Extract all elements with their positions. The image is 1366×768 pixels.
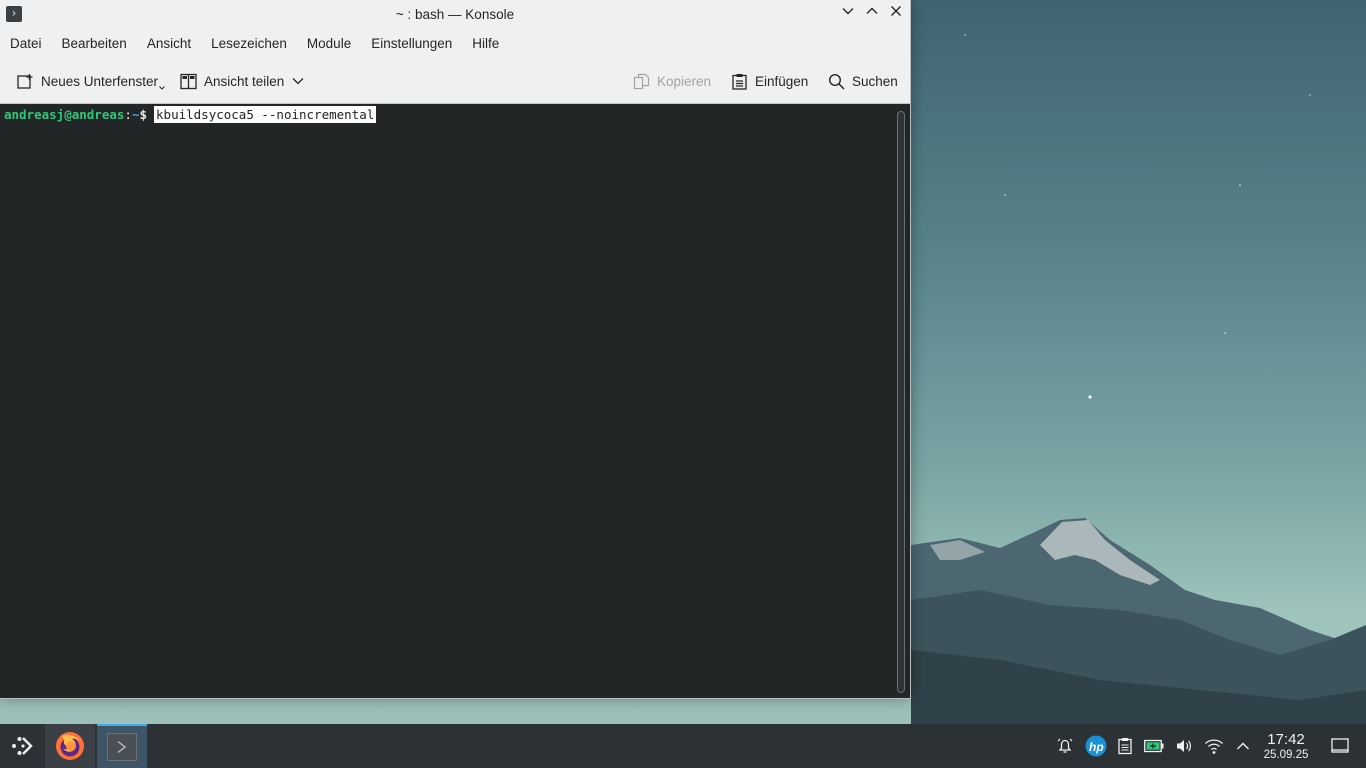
search-icon [828, 73, 845, 90]
copy-icon [633, 73, 650, 89]
taskbar: hp 17:42 25.09.25 [0, 724, 1366, 768]
alarm-icon [1057, 738, 1073, 753]
tray-hp[interactable]: hp [1085, 735, 1107, 757]
menu-bearbeiten[interactable]: Bearbeiten [52, 36, 137, 51]
dropdown-indicator-icon [159, 86, 165, 90]
paste-label: Einfügen [755, 73, 809, 89]
menu-bar: Datei Bearbeiten Ansicht Lesezeichen Mod… [0, 28, 910, 58]
find-label: Suchen [852, 73, 898, 89]
close-button[interactable] [887, 5, 905, 23]
show-desktop-button[interactable] [1330, 736, 1350, 756]
taskbar-konsole[interactable] [97, 724, 147, 768]
firefox-icon [56, 732, 84, 760]
battery-icon [1144, 739, 1164, 753]
application-launcher-button[interactable] [0, 724, 44, 768]
menu-module[interactable]: Module [297, 36, 361, 51]
new-tab-icon [17, 73, 33, 89]
selected-command[interactable]: kbuildsycoca5 --noincremental [154, 106, 377, 123]
split-view-label: Ansicht teilen [204, 73, 285, 89]
tray-volume[interactable] [1174, 736, 1194, 756]
title-bar[interactable]: › ~ : bash — Konsole [0, 0, 910, 28]
window-title: ~ : bash — Konsole [395, 7, 515, 22]
volume-icon [1177, 740, 1191, 752]
clock-date: 25.09.25 [1263, 749, 1309, 761]
tray-battery[interactable] [1144, 736, 1164, 756]
paste-icon [732, 73, 747, 90]
toolbar: Neues Unterfenster Ansicht teilen Kopier… [0, 58, 910, 104]
tray-alarm[interactable] [1055, 736, 1075, 756]
menu-lesezeichen[interactable]: Lesezeichen [201, 36, 297, 51]
terminal-scrollbar[interactable] [897, 111, 905, 693]
digital-clock[interactable]: 17:42 25.09.25 [1258, 732, 1314, 762]
menu-hilfe[interactable]: Hilfe [462, 36, 509, 51]
chevron-down-icon [292, 78, 304, 85]
close-icon [891, 6, 901, 16]
copy-label: Kopieren [657, 73, 712, 89]
clipboard-icon [1118, 738, 1132, 755]
tray-clipboard[interactable] [1115, 736, 1135, 756]
konsole-icon [107, 733, 137, 761]
new-tab-label: Neues Unterfenster [41, 73, 159, 89]
chevron-down-icon [842, 8, 854, 15]
prompt-user-host: andreasj@andreas [4, 107, 125, 122]
tray-wifi[interactable] [1204, 736, 1224, 756]
menu-datei[interactable]: Datei [0, 36, 52, 51]
prompt-line: andreasj@andreas:~$ kbuildsycoca5 --noinc… [4, 106, 377, 123]
tray-expand[interactable] [1233, 736, 1253, 756]
copy-button[interactable]: Kopieren [633, 70, 711, 92]
menu-ansicht[interactable]: Ansicht [137, 36, 201, 51]
paste-button[interactable]: Einfügen [731, 70, 808, 92]
minimize-button[interactable] [839, 5, 857, 23]
find-button[interactable]: Suchen [828, 70, 898, 92]
prompt-separator: : [124, 107, 132, 122]
menu-einstellungen[interactable]: Einstellungen [361, 36, 462, 51]
wifi-icon [1205, 739, 1223, 754]
svg-text:hp: hp [1089, 740, 1104, 754]
clock-time: 17:42 [1267, 731, 1305, 748]
split-view-button[interactable]: Ansicht teilen [180, 70, 311, 92]
new-tab-button[interactable]: Neues Unterfenster [17, 70, 165, 92]
konsole-window: › ~ : bash — Konsole Datei Bearbeiten An… [0, 0, 911, 699]
launcher-icon [12, 737, 33, 755]
chevron-up-icon [866, 7, 878, 14]
terminal-area[interactable]: andreasj@andreas:~$ kbuildsycoca5 --noinc… [0, 104, 910, 698]
taskbar-firefox[interactable] [45, 724, 95, 768]
show-desktop-icon [1331, 738, 1349, 753]
maximize-button[interactable] [863, 5, 881, 23]
chevron-up-icon [1237, 742, 1249, 750]
split-view-icon [180, 73, 197, 89]
hp-icon: hp [1085, 735, 1107, 757]
prompt-dollar: $ [139, 107, 148, 122]
